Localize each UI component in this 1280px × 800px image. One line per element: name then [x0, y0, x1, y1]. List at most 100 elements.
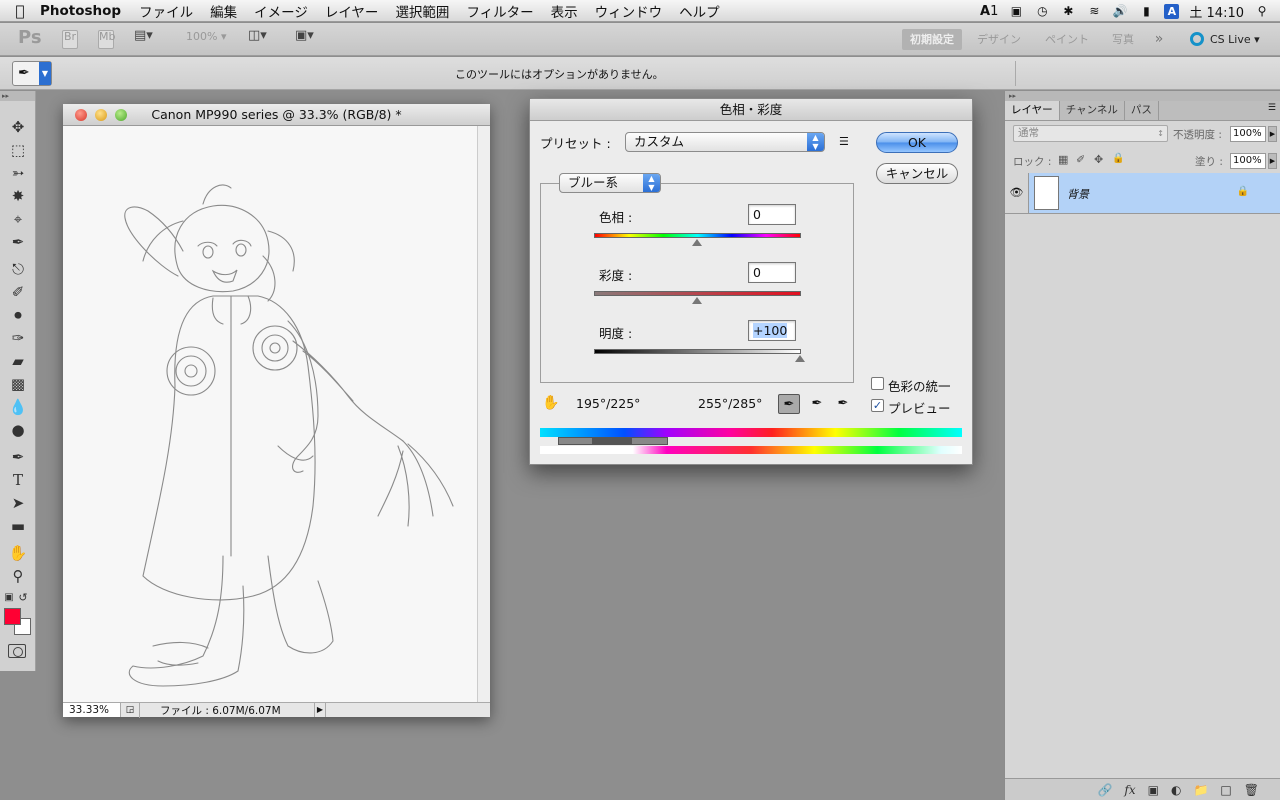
saturation-slider-thumb[interactable] [692, 297, 702, 304]
link-layers-icon[interactable]: 🔗 [1097, 783, 1112, 797]
panel-collapse-icon[interactable]: ▸▸ [0, 91, 35, 101]
mini-bridge-button[interactable]: Mb [98, 30, 115, 49]
zoom-button[interactable] [115, 109, 127, 121]
blur-tool-icon[interactable]: 💧 [6, 397, 30, 417]
eyedropper-icon[interactable]: ✒ [778, 394, 800, 414]
eyedropper-tool-icon[interactable]: ✒ [6, 232, 30, 252]
new-layer-icon[interactable]: □ [1220, 783, 1231, 797]
panel-menu-icon[interactable]: ☰ [1268, 103, 1276, 113]
menu-layer[interactable]: レイヤー [325, 1, 379, 21]
bridge-button[interactable]: Br [62, 30, 78, 49]
bluetooth-icon[interactable]: ✱ [1060, 4, 1076, 18]
menu-window[interactable]: ウィンドウ [595, 1, 663, 21]
workspace-painting[interactable]: ペイント [1038, 29, 1096, 50]
eyedropper-plus-icon[interactable]: ✒ [806, 394, 828, 414]
minimize-button[interactable] [95, 109, 107, 121]
type-tool-icon[interactable]: T [6, 470, 30, 490]
menu-filter[interactable]: フィルター [466, 1, 533, 21]
workspace-photography[interactable]: 写真 [1104, 29, 1142, 50]
cs-live-button[interactable]: CS Live ▾ [1190, 29, 1260, 50]
preset-options-icon[interactable]: ☰ [839, 135, 849, 148]
volume-icon[interactable]: 🔊 [1112, 4, 1128, 18]
stop-icon[interactable]: ▣ [1008, 4, 1024, 18]
gradient-tool-icon[interactable]: ▩ [6, 374, 30, 394]
pen-tool-icon[interactable]: ✒ [6, 447, 30, 467]
swap-colors-icon[interactable]: ↺ [16, 588, 30, 608]
lock-position-icon[interactable]: ✥ [1094, 153, 1103, 166]
opacity-input[interactable]: 100% [1230, 126, 1266, 142]
colorize-checkbox[interactable] [871, 377, 884, 390]
zoom-tool-icon[interactable]: ⚲ [6, 566, 30, 586]
default-colors-icon[interactable]: ▣ [2, 588, 16, 608]
workspace-essentials[interactable]: 初期設定 [902, 29, 962, 50]
layer-row[interactable]: 👁 背景 🔒 [1005, 173, 1280, 214]
tab-paths[interactable]: パス [1125, 101, 1159, 120]
marquee-tool-icon[interactable]: ⬚ [6, 140, 30, 160]
healing-brush-tool-icon[interactable]: ⎋ [6, 259, 30, 279]
layer-name[interactable]: 背景 [1067, 186, 1089, 202]
cancel-button[interactable]: キャンセル [876, 163, 958, 184]
rectangle-tool-icon[interactable]: ▬ [6, 516, 30, 536]
path-selection-tool-icon[interactable]: ➤ [6, 493, 30, 513]
preview-checkbox[interactable]: ✓ [871, 399, 884, 412]
saturation-slider[interactable] [594, 291, 801, 296]
ok-button[interactable]: OK [876, 132, 958, 153]
menu-view[interactable]: 表示 [551, 1, 578, 21]
zoom-level-select[interactable]: 100% ▾ [186, 30, 226, 49]
menu-file[interactable]: ファイル [139, 1, 193, 21]
wifi-icon[interactable]: ≋ [1086, 4, 1102, 18]
clock[interactable]: 土 14:10 [1189, 2, 1244, 21]
hue-slider-thumb[interactable] [692, 239, 702, 246]
blend-mode-select[interactable]: 通常 ↕ [1013, 125, 1168, 142]
lightness-slider-thumb[interactable] [795, 355, 805, 362]
more-workspaces-icon[interactable]: » [1148, 29, 1170, 50]
vertical-scrollbar[interactable] [477, 126, 490, 702]
file-info-icon[interactable]: ◲ [121, 705, 139, 715]
menu-select[interactable]: 選択範囲 [395, 1, 449, 21]
dodge-tool-icon[interactable]: ● [6, 420, 30, 440]
lasso-tool-icon[interactable]: ➳ [6, 163, 30, 183]
fill-arrow-icon[interactable]: ▶ [1268, 153, 1277, 169]
apple-icon[interactable]:  [0, 2, 40, 20]
trash-icon[interactable]: 🗑 [1244, 783, 1259, 797]
adobe-updater-icon[interactable]: A1 [980, 4, 998, 19]
view-extras-button[interactable]: ▤▾ [134, 28, 153, 47]
color-range-core[interactable] [592, 437, 632, 445]
lock-pixels-icon[interactable]: ✐ [1076, 153, 1085, 166]
tab-channels[interactable]: チャンネル [1060, 101, 1125, 120]
close-button[interactable] [75, 109, 87, 121]
tool-preset-picker[interactable]: ✒ ▼ [12, 61, 52, 86]
preset-select[interactable]: カスタム ▲ ▼ [625, 132, 825, 152]
panel-collapse-icon[interactable]: ▸▸ [1005, 91, 1280, 101]
battery-icon[interactable]: ▮ [1138, 4, 1154, 18]
spotlight-icon[interactable]: ⚲ [1254, 4, 1270, 18]
tab-layers[interactable]: レイヤー [1005, 101, 1060, 120]
new-group-icon[interactable]: 📁 [1193, 783, 1208, 797]
quick-mask-icon[interactable] [8, 644, 26, 658]
brush-tool-icon[interactable]: ✐ [6, 282, 30, 302]
move-tool-icon[interactable]: ✥ [6, 117, 30, 137]
hue-input[interactable]: 0 [748, 204, 796, 225]
screen-mode-button[interactable]: ▣▾ [295, 28, 314, 47]
menu-help[interactable]: ヘルプ [679, 1, 720, 21]
menu-edit[interactable]: 編集 [210, 1, 237, 21]
eraser-tool-icon[interactable]: ▰ [6, 351, 30, 371]
fill-input[interactable]: 100% [1230, 153, 1266, 169]
crop-tool-icon[interactable]: ⌖ [6, 209, 30, 229]
menu-image[interactable]: イメージ [254, 1, 308, 21]
time-machine-icon[interactable]: ◷ [1034, 4, 1050, 18]
arrange-documents-button[interactable]: ◫▾ [248, 28, 267, 47]
opacity-arrow-icon[interactable]: ▶ [1268, 126, 1277, 142]
document-canvas[interactable] [63, 126, 477, 702]
eyedropper-minus-icon[interactable]: ✒ [832, 394, 854, 414]
lightness-input[interactable]: +100 [748, 320, 796, 341]
foreground-color-swatch[interactable] [4, 608, 21, 625]
lock-transparent-icon[interactable]: ▦ [1058, 153, 1068, 166]
document-titlebar[interactable]: Canon MP990 series @ 33.3% (RGB/8) * [63, 104, 490, 126]
channel-select[interactable]: ブルー系 ▲ ▼ [559, 173, 661, 193]
status-menu-arrow-icon[interactable]: ▶ [314, 703, 326, 717]
layer-style-icon[interactable]: fx [1124, 783, 1135, 797]
add-mask-icon[interactable]: ▣ [1148, 783, 1159, 797]
lightness-slider[interactable] [594, 349, 801, 354]
clone-stamp-tool-icon[interactable]: ⏺ [6, 305, 30, 325]
